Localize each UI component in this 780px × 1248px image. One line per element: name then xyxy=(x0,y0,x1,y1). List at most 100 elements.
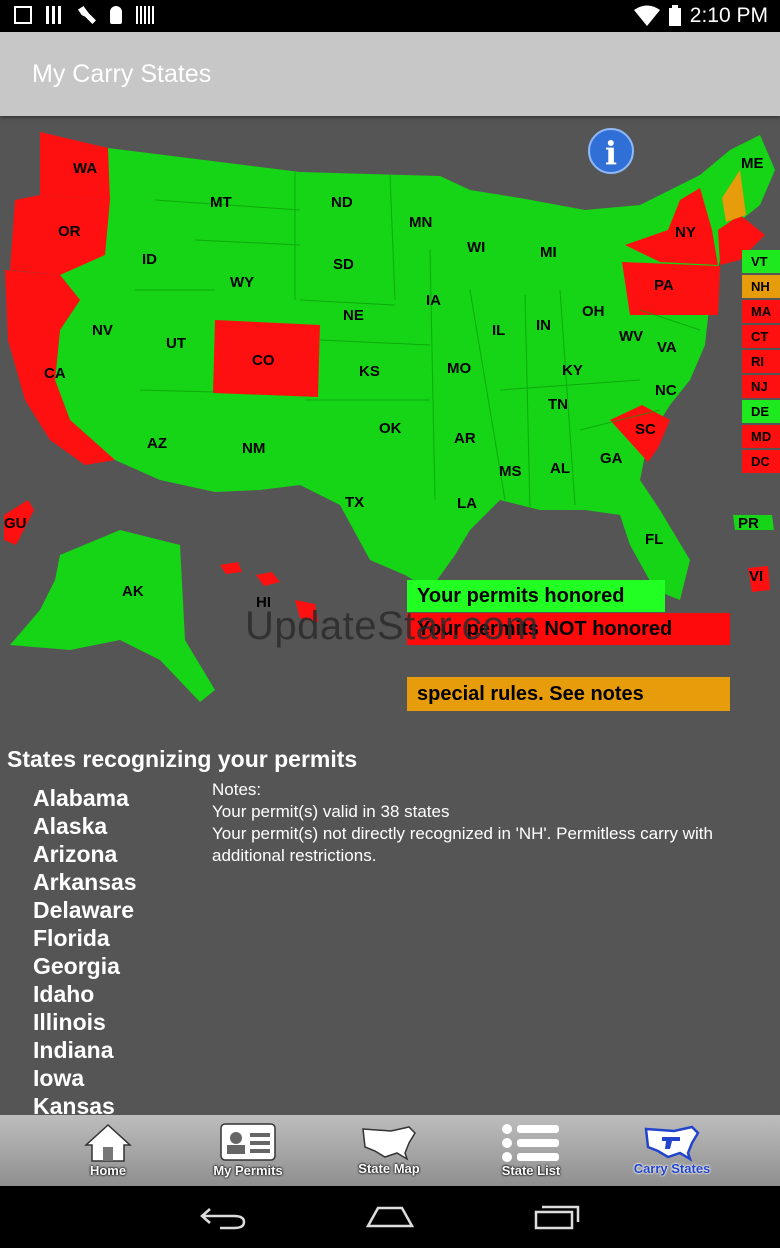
label-al: AL xyxy=(550,460,570,477)
label-vi: VI xyxy=(749,568,763,585)
us-map-icon xyxy=(362,1126,416,1161)
state-list-item[interactable]: Florida xyxy=(33,924,203,952)
label-mn: MN xyxy=(409,214,432,231)
wrench-icon xyxy=(78,6,96,24)
label-fl: FL xyxy=(645,531,663,548)
wifi-icon xyxy=(633,5,660,26)
system-nav-bar xyxy=(0,1186,780,1248)
info-icon[interactable]: i xyxy=(588,128,634,174)
label-il: IL xyxy=(492,322,505,339)
nav-my-permits[interactable]: My Permits xyxy=(178,1115,318,1186)
label-wa: WA xyxy=(73,160,97,177)
label-co: CO xyxy=(252,352,275,369)
label-mi: MI xyxy=(540,244,557,261)
label-nm: NM xyxy=(242,440,265,457)
notes-panel: Notes: Your permit(s) valid in 38 states… xyxy=(212,779,772,867)
label-nv: NV xyxy=(92,322,113,339)
label-ak: AK xyxy=(122,583,144,600)
label-mo: MO xyxy=(447,360,471,377)
label-wi: WI xyxy=(467,239,485,256)
label-gu: GU xyxy=(4,515,27,532)
state-ak[interactable] xyxy=(10,530,215,702)
small-state-label-ri: RI xyxy=(751,354,764,369)
label-tn: TN xyxy=(548,396,568,413)
status-bar: 2:10 PM xyxy=(0,0,780,32)
label-ar: AR xyxy=(454,430,476,447)
label-sc: SC xyxy=(635,421,656,438)
small-state-label-vt: VT xyxy=(751,254,768,269)
clock: 2:10 PM xyxy=(689,4,768,27)
state-list-item[interactable]: Idaho xyxy=(33,980,203,1008)
label-wy: WY xyxy=(230,274,254,291)
recognized-states-list[interactable]: Alabama Alaska Arizona Arkansas Delaware Flor… xyxy=(33,784,203,1120)
state-list-item[interactable]: Arizona xyxy=(33,840,203,868)
small-states-column: VT NH MA CT RI NJ DE MD DC xyxy=(742,250,780,473)
label-or: OR xyxy=(58,223,81,240)
label-ia: IA xyxy=(426,292,441,309)
label-ky: KY xyxy=(562,362,583,379)
legend-special-rules: special rules. See notes xyxy=(407,677,730,711)
list-icon xyxy=(502,1124,559,1162)
notes-line-2: Your permit(s) not directly recognized i… xyxy=(212,824,713,865)
image-icon xyxy=(14,6,32,24)
nav-home[interactable]: Home xyxy=(38,1115,178,1186)
label-mt: MT xyxy=(210,194,232,211)
label-ga: GA xyxy=(600,450,623,467)
continental-us xyxy=(55,135,775,600)
small-state-label-ma: MA xyxy=(751,304,772,319)
small-state-label-ct: CT xyxy=(751,329,768,344)
id-card-icon xyxy=(220,1123,276,1161)
state-list-item[interactable]: Alabama xyxy=(33,784,203,812)
label-ks: KS xyxy=(359,363,380,380)
recents-icon[interactable] xyxy=(534,1204,580,1230)
state-list-item[interactable]: Iowa xyxy=(33,1064,203,1092)
state-list-item[interactable]: Georgia xyxy=(33,952,203,980)
state-list-item[interactable]: Illinois xyxy=(33,1008,203,1036)
home-nav-icon[interactable] xyxy=(366,1206,414,1228)
label-ny: NY xyxy=(675,224,696,241)
state-list-item[interactable]: Delaware xyxy=(33,896,203,924)
bottom-nav: Home My Permits State Map State List Car… xyxy=(0,1115,780,1186)
nav-state-map[interactable]: State Map xyxy=(319,1115,459,1186)
battery-icon xyxy=(668,5,681,26)
page-title: My Carry States xyxy=(32,60,212,88)
small-state-label-md: MD xyxy=(751,429,771,444)
notes-heading: Notes: xyxy=(212,780,262,799)
label-ca: CA xyxy=(44,365,66,382)
label-ut: UT xyxy=(166,335,186,352)
label-va: VA xyxy=(657,339,677,356)
small-state-label-nj: NJ xyxy=(751,379,768,394)
label-la: LA xyxy=(457,495,477,512)
label-ok: OK xyxy=(379,420,402,437)
recognized-states-heading: States recognizing your permits xyxy=(7,746,358,772)
barcode-icon xyxy=(136,6,154,24)
state-list-item[interactable]: Arkansas xyxy=(33,868,203,896)
home-icon xyxy=(84,1123,132,1162)
nav-state-list[interactable]: State List xyxy=(461,1115,601,1186)
label-sd: SD xyxy=(333,256,354,273)
fence-icon xyxy=(46,6,64,24)
small-state-label-nh: NH xyxy=(751,279,770,294)
state-list-item[interactable]: Alaska xyxy=(33,812,203,840)
label-in: IN xyxy=(536,317,551,334)
small-state-label-dc: DC xyxy=(751,454,770,469)
label-ms: MS xyxy=(499,463,522,480)
back-icon[interactable] xyxy=(200,1204,246,1230)
state-list-item[interactable]: Indiana xyxy=(33,1036,203,1064)
label-nc: NC xyxy=(655,382,677,399)
nav-carry-states[interactable]: Carry States xyxy=(602,1115,742,1186)
label-nd: ND xyxy=(331,194,353,211)
carry-states-icon xyxy=(644,1125,700,1162)
app-bar: My Carry States xyxy=(0,32,780,116)
label-az: AZ xyxy=(147,435,167,452)
watermark: UpdateStar.com xyxy=(245,604,539,648)
label-me: ME xyxy=(741,155,764,172)
label-id: ID xyxy=(142,251,157,268)
notification-icons xyxy=(14,6,154,24)
label-wv: WV xyxy=(619,328,643,345)
label-pa: PA xyxy=(654,277,674,294)
label-tx: TX xyxy=(345,494,364,511)
notes-line-1: Your permit(s) valid in 38 states xyxy=(212,802,450,821)
tool-icon xyxy=(110,6,122,24)
small-state-label-de: DE xyxy=(751,404,769,419)
